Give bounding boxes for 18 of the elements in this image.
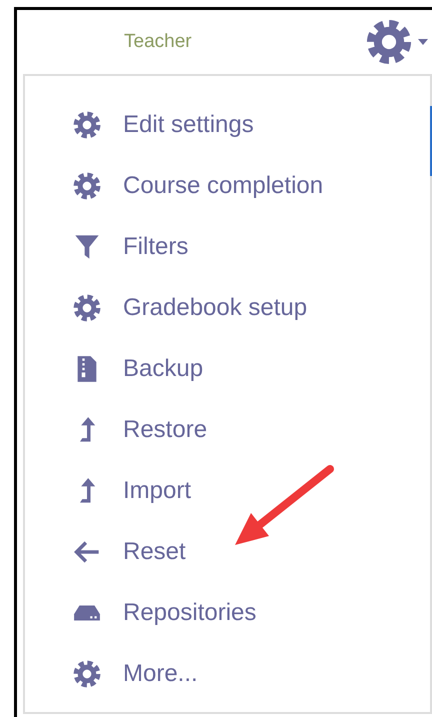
menu-item[interactable]: Reset <box>25 521 430 582</box>
menu-item[interactable]: Course completion <box>25 155 430 216</box>
filter-icon <box>73 232 101 260</box>
menu-item[interactable]: Repositories <box>25 582 430 643</box>
menu-item[interactable]: Backup <box>25 338 430 399</box>
menu-item[interactable]: Import <box>25 460 430 521</box>
caret-icon <box>418 39 428 45</box>
menu-item[interactable]: Gradebook setup <box>25 277 430 338</box>
settings-icon <box>366 19 412 65</box>
gear-icon <box>73 660 101 688</box>
menu-item[interactable]: More... <box>25 643 430 704</box>
menu-item[interactable]: Edit settings <box>25 94 430 155</box>
gear-icon <box>73 172 101 200</box>
menu-item[interactable]: Restore <box>25 399 430 460</box>
role-label: Teacher <box>124 31 192 53</box>
menu-item[interactable]: Filters <box>25 216 430 277</box>
gear-icon <box>73 294 101 322</box>
gear-icon <box>73 110 101 138</box>
